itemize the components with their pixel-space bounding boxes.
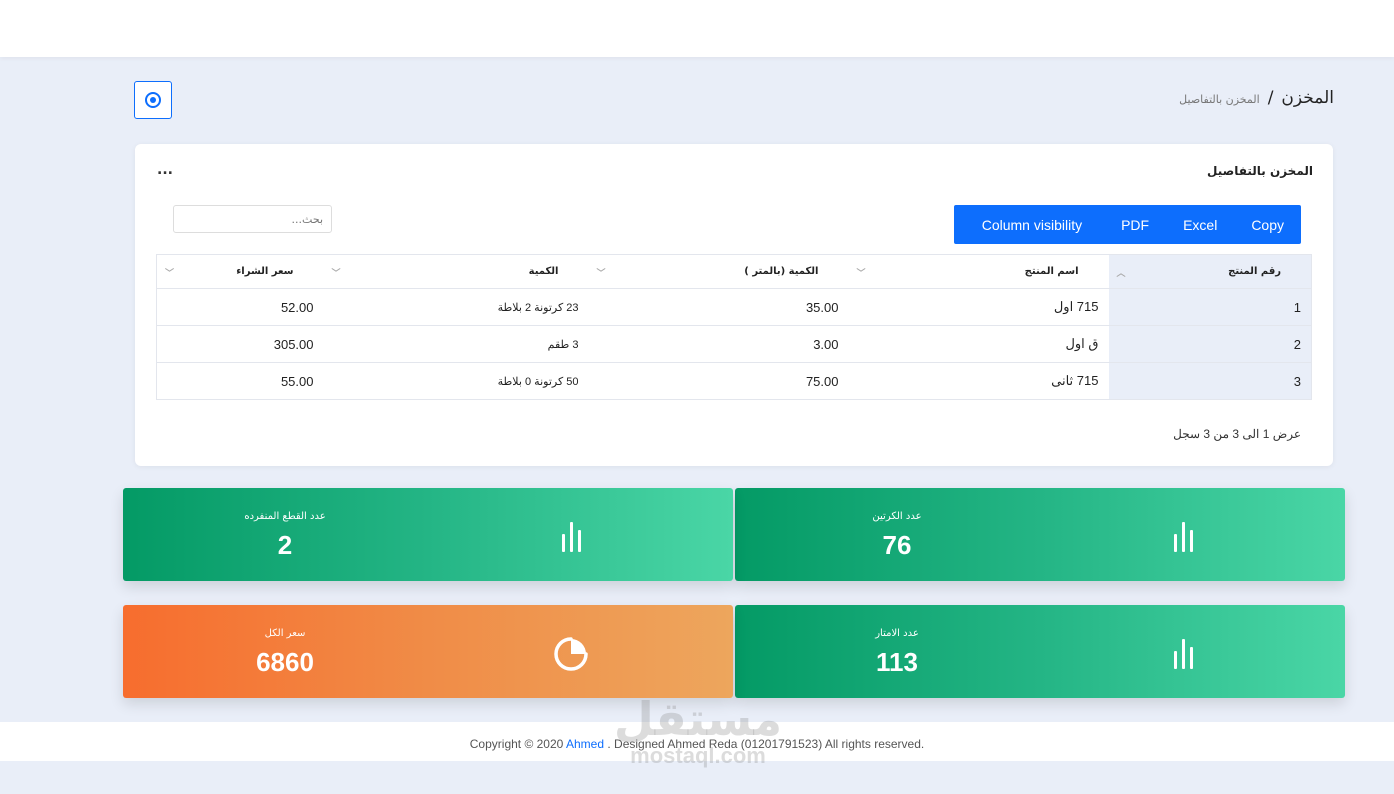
column-header-quantity-meters[interactable]: الكمية (بالمتر ) ﹀ [588,254,849,289]
stat-card-meters: عدد الامتار 113 [735,605,1345,698]
cell-quantity-meters: 35.00 [588,288,849,326]
cell-quantity-meters: 3.00 [588,325,849,363]
table-info: عرض 1 الى 3 من 3 سجل [1173,427,1301,441]
pdf-button[interactable]: PDF [1104,205,1166,244]
cell-quantity: 3 طقم [323,325,589,363]
cell-product-number: 1 [1108,288,1312,326]
breadcrumb-separator: / [1267,88,1274,108]
cell-quantity-meters: 75.00 [588,362,849,400]
stat-label: عدد الكرتين [872,511,922,522]
stat-value: 2 [277,530,293,560]
card-title: المخزن بالتفاصيل [1207,164,1313,178]
excel-button[interactable]: Excel [1166,205,1234,244]
column-header-purchase-price[interactable]: سعر الشراء ﹀ [156,254,324,289]
stat-value: 113 [876,647,918,677]
search-input[interactable] [173,205,332,233]
card-menu-button[interactable]: ... [157,162,173,178]
cell-quantity: 50 كرتونة 0 بلاطة [323,362,589,400]
sort-icon: ﹀ [165,269,175,279]
table-row: 1 715 اول 35.00 23 كرتونة 2 بلاطة 52.00 [156,288,1312,326]
sort-icon: ﹀ [331,269,341,279]
settings-button[interactable] [134,81,172,119]
cell-purchase-price: 305.00 [156,325,324,363]
cell-product-number: 3 [1108,362,1312,400]
bar-chart-icon [551,518,591,552]
top-navbar [0,0,1394,57]
column-header-quantity[interactable]: الكمية ﹀ [323,254,589,289]
author-link[interactable]: Ahmed [566,737,604,751]
footer: Copyright © 2020 Ahmed . Designed Ahmed … [0,722,1394,761]
copyright-text: Copyright © 2020 Ahmed . Designed Ahmed … [469,737,925,751]
cell-purchase-price: 52.00 [156,288,324,326]
stat-label: عدد الامتار [875,628,919,639]
table-row: 2 ق اول 3.00 3 طقم 305.00 [156,325,1312,363]
bar-chart-icon [1163,518,1203,552]
target-icon [145,92,161,108]
stat-card-total-price: سعر الكل 6860 [123,605,733,698]
cell-product-number: 2 [1108,325,1312,363]
column-header-product-number[interactable]: رقم المنتج ︿ [1108,254,1312,289]
copy-button[interactable]: Copy [1234,205,1301,244]
cell-quantity: 23 كرتونة 2 بلاطة [323,288,589,326]
cell-product-name: ق اول [848,325,1109,363]
stat-card-cartons: عدد الكرتين 76 [735,488,1345,581]
breadcrumb-current: المخزن بالتفاصيل [1179,93,1260,106]
inventory-table: رقم المنتج ︿ اسم المنتج ﹀ الكمية (بالمتر )… [156,254,1312,400]
sort-icon: ﹀ [856,269,866,279]
pie-chart-icon [551,635,591,673]
stat-card-single-pieces: عدد القطع المنفرده 2 [123,488,733,581]
stat-label: عدد القطع المنفرده [244,511,326,522]
column-header-product-name[interactable]: اسم المنتج ﹀ [848,254,1109,289]
stat-value: 6860 [256,647,314,677]
stat-label: سعر الكل [264,628,306,639]
stat-value: 76 [882,530,912,560]
sort-asc-icon: ︿ [1116,269,1126,279]
sort-icon: ﹀ [596,269,606,279]
bar-chart-icon [1163,635,1203,669]
column-visibility-button[interactable]: Column visibility [954,205,1104,244]
breadcrumb-main[interactable]: المخزن [1281,88,1334,108]
export-button-group: Column visibility PDF Excel Copy [953,205,1301,244]
cell-purchase-price: 55.00 [156,362,324,400]
table-row: 3 715 ثانى 75.00 50 كرتونة 0 بلاطة 55.00 [156,362,1312,400]
inventory-card: المخزن بالتفاصيل ... Column visibility P… [135,144,1333,466]
cell-product-name: 715 ثانى [848,362,1109,400]
cell-product-name: 715 اول [848,288,1109,326]
breadcrumb: المخزن / المخزن بالتفاصيل [1179,88,1334,108]
